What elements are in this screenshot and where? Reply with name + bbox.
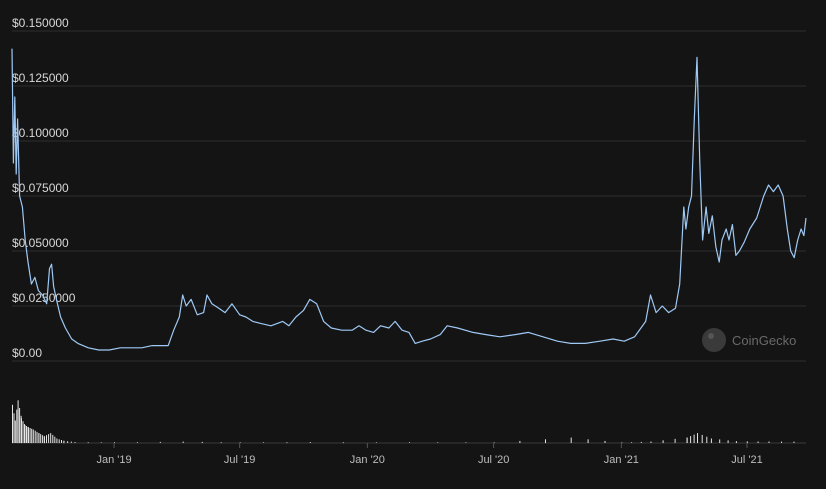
- volume-bar: [21, 418, 22, 444]
- volume-bar: [32, 429, 34, 443]
- volume-bar: [286, 442, 288, 444]
- volume-bar: [114, 442, 115, 443]
- volume-bar: [342, 442, 344, 444]
- volume-bar: [17, 400, 19, 444]
- y-axis-ticks: $0.150000 $0.125000 $0.100000 $0.075000 $0.0…: [12, 16, 76, 360]
- volume-bar: [690, 436, 692, 443]
- volume-bar: [309, 442, 311, 443]
- volume-bar: [465, 442, 467, 443]
- coingecko-logo-icon: [702, 328, 726, 352]
- y-tick-label: $0.150000: [12, 16, 69, 30]
- volume-bar: [24, 425, 26, 443]
- volume-bar: [701, 434, 703, 443]
- coingecko-logo-eye-icon: [708, 333, 714, 339]
- volume-bar: [14, 420, 16, 443]
- volume-bar: [19, 408, 21, 443]
- volume-bar: [26, 426, 27, 443]
- volume-bar: [757, 441, 759, 443]
- x-tick-label: Jul '19: [224, 454, 255, 466]
- volume-bar: [519, 440, 521, 443]
- volume-bar: [604, 440, 606, 443]
- volume-bar: [16, 409, 18, 443]
- volume-bar: [56, 438, 58, 443]
- x-tick-label: Jan '20: [350, 454, 385, 466]
- volume-bar: [545, 439, 546, 444]
- volume-bar: [735, 441, 737, 443]
- watermark-label: CoinGecko: [732, 333, 796, 348]
- volume-bar: [674, 438, 676, 443]
- volume-bar: [768, 441, 770, 443]
- volume-bar: [70, 441, 72, 443]
- volume-bar: [793, 441, 795, 443]
- volume-bar: [52, 434, 54, 443]
- price-chart: $0.150000 $0.125000 $0.100000 $0.075000 $0.0…: [11, 16, 807, 466]
- volume-bar: [29, 428, 31, 443]
- volume-bar: [239, 442, 241, 443]
- volume-bar: [40, 434, 42, 443]
- volume-bar: [640, 441, 642, 443]
- volume-bar: [182, 441, 184, 443]
- x-tick-label: Jan '21: [604, 454, 639, 466]
- volume-bar: [31, 428, 33, 444]
- volume-bar: [38, 433, 40, 443]
- y-tick-label: $0.00: [12, 346, 42, 360]
- volume-bar: [697, 433, 698, 443]
- coingecko-watermark: CoinGecko: [702, 328, 796, 352]
- volume-bar: [63, 440, 65, 444]
- volume-bar: [375, 442, 377, 443]
- volume-bar: [686, 437, 688, 443]
- volume-bar: [201, 441, 203, 443]
- volume-bar: [587, 439, 589, 443]
- volume-bar: [781, 441, 782, 443]
- volume-bar: [54, 436, 56, 443]
- volume-bar: [42, 435, 44, 443]
- volume-bar: [220, 442, 222, 444]
- volume-bar: [693, 434, 695, 443]
- x-axis-ticks: Jan '19 Jul '19 Jan '20 Jul '20 Jan '21 Jul '…: [96, 443, 763, 466]
- volume-bar: [61, 440, 62, 443]
- y-tick-label: $0.100000: [12, 126, 69, 140]
- volume-bar: [409, 442, 410, 443]
- volume-bar: [58, 439, 60, 444]
- volume-bar: [493, 442, 495, 443]
- volume-bar: [22, 421, 24, 443]
- volume-bar: [706, 436, 708, 443]
- volume-bar: [746, 441, 748, 444]
- x-tick-label: Jul '20: [478, 454, 509, 466]
- volume-bar: [13, 413, 15, 443]
- volume-bar: [136, 442, 138, 443]
- volume-bars: [12, 400, 795, 444]
- volume-bar: [67, 441, 69, 443]
- y-tick-label: $0.125000: [12, 71, 69, 85]
- volume-bar: [74, 442, 76, 443]
- volume-bar: [437, 442, 439, 443]
- grid-lines: [12, 30, 806, 362]
- volume-bar: [48, 434, 50, 443]
- volume-bar: [570, 437, 572, 443]
- y-tick-label: $0.050000: [12, 236, 69, 250]
- y-tick-label: $0.075000: [12, 181, 69, 195]
- volume-bar: [263, 442, 264, 443]
- volume-bar: [650, 441, 652, 443]
- volume-bar: [46, 435, 47, 443]
- volume-bar: [727, 440, 729, 443]
- volume-bar: [50, 433, 52, 443]
- volume-bar: [87, 442, 89, 444]
- price-series-line: [11, 48, 807, 351]
- volume-bar: [100, 442, 102, 443]
- volume-bar: [28, 427, 29, 443]
- volume-bar: [631, 442, 633, 443]
- volume-bar: [710, 438, 712, 443]
- volume-bar: [159, 441, 161, 443]
- volume-bar: [719, 439, 721, 443]
- x-tick-label: Jan '19: [96, 454, 131, 466]
- volume-bar: [621, 442, 623, 443]
- volume-bar: [36, 431, 38, 443]
- volume-bar: [34, 430, 36, 443]
- volume-bar: [12, 404, 13, 444]
- x-tick-label: Jul '21: [731, 454, 762, 466]
- volume-bar: [662, 440, 664, 443]
- volume-bar: [43, 436, 45, 444]
